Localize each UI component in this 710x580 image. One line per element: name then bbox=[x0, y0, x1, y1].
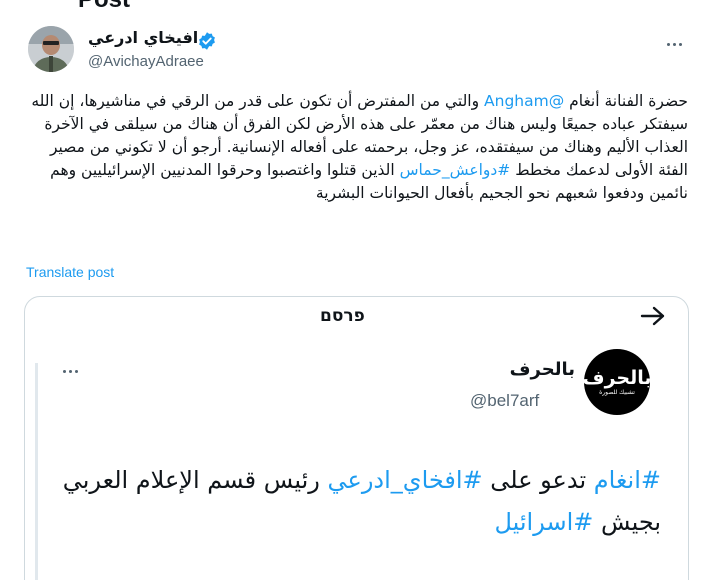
author-handle[interactable]: @AvichayAdraee bbox=[88, 53, 204, 70]
card-title: פרסם bbox=[320, 306, 365, 326]
quoted-text-segment: تدعو على bbox=[482, 466, 594, 494]
quoted-author-handle: @bel7arf bbox=[470, 391, 540, 410]
hashtag-link[interactable]: #دواعش_حماس bbox=[400, 161, 511, 179]
translate-post-link[interactable]: Translate post bbox=[26, 264, 114, 280]
author-name[interactable]: افيخاي ادرعي bbox=[88, 28, 198, 47]
quoted-author-name: بالحرف bbox=[509, 359, 575, 380]
card-header: פרסם bbox=[25, 297, 688, 337]
top-strip: Post bbox=[0, 0, 710, 22]
quoted-text: #انغام تدعو على #افخاي_ادرعي رئيس قسم ال… bbox=[61, 459, 661, 543]
verified-badge-icon bbox=[199, 32, 215, 50]
quoted-avatar-logo: بالحرف bbox=[582, 366, 652, 389]
quoted-avatar: بالحرف تشبيك للصورة bbox=[582, 349, 652, 415]
more-icon[interactable] bbox=[662, 34, 686, 54]
avatar-image bbox=[28, 26, 74, 72]
author-avatar[interactable] bbox=[28, 26, 74, 72]
quote-divider bbox=[35, 363, 38, 580]
post-text: حضرة الفنانة أنغام @Angham والتي من المف… bbox=[24, 90, 688, 205]
quoted-hashtag: #افخاي_ادرعي bbox=[327, 466, 483, 494]
quoted-hashtag: #انغام bbox=[593, 466, 661, 494]
mention-link[interactable]: @Angham bbox=[484, 92, 564, 110]
quote-more-icon bbox=[63, 370, 78, 373]
post-header: افيخاي ادرعي @AvichayAdraee bbox=[28, 26, 694, 76]
quoted-hashtag: #اسرائيل bbox=[494, 508, 594, 536]
page-title: Post bbox=[78, 0, 130, 14]
author-name-text: افيخاي ادرعي bbox=[88, 28, 199, 47]
embedded-image-card[interactable]: פרסם بالحرف تشبيك للصورة بالحرف @bel7arf… bbox=[24, 296, 689, 580]
post-text-segment: حضرة الفنانة أنغام bbox=[564, 92, 688, 110]
quoted-avatar-subtext: تشبيك للصورة bbox=[599, 388, 635, 396]
arrow-icon bbox=[640, 306, 665, 326]
